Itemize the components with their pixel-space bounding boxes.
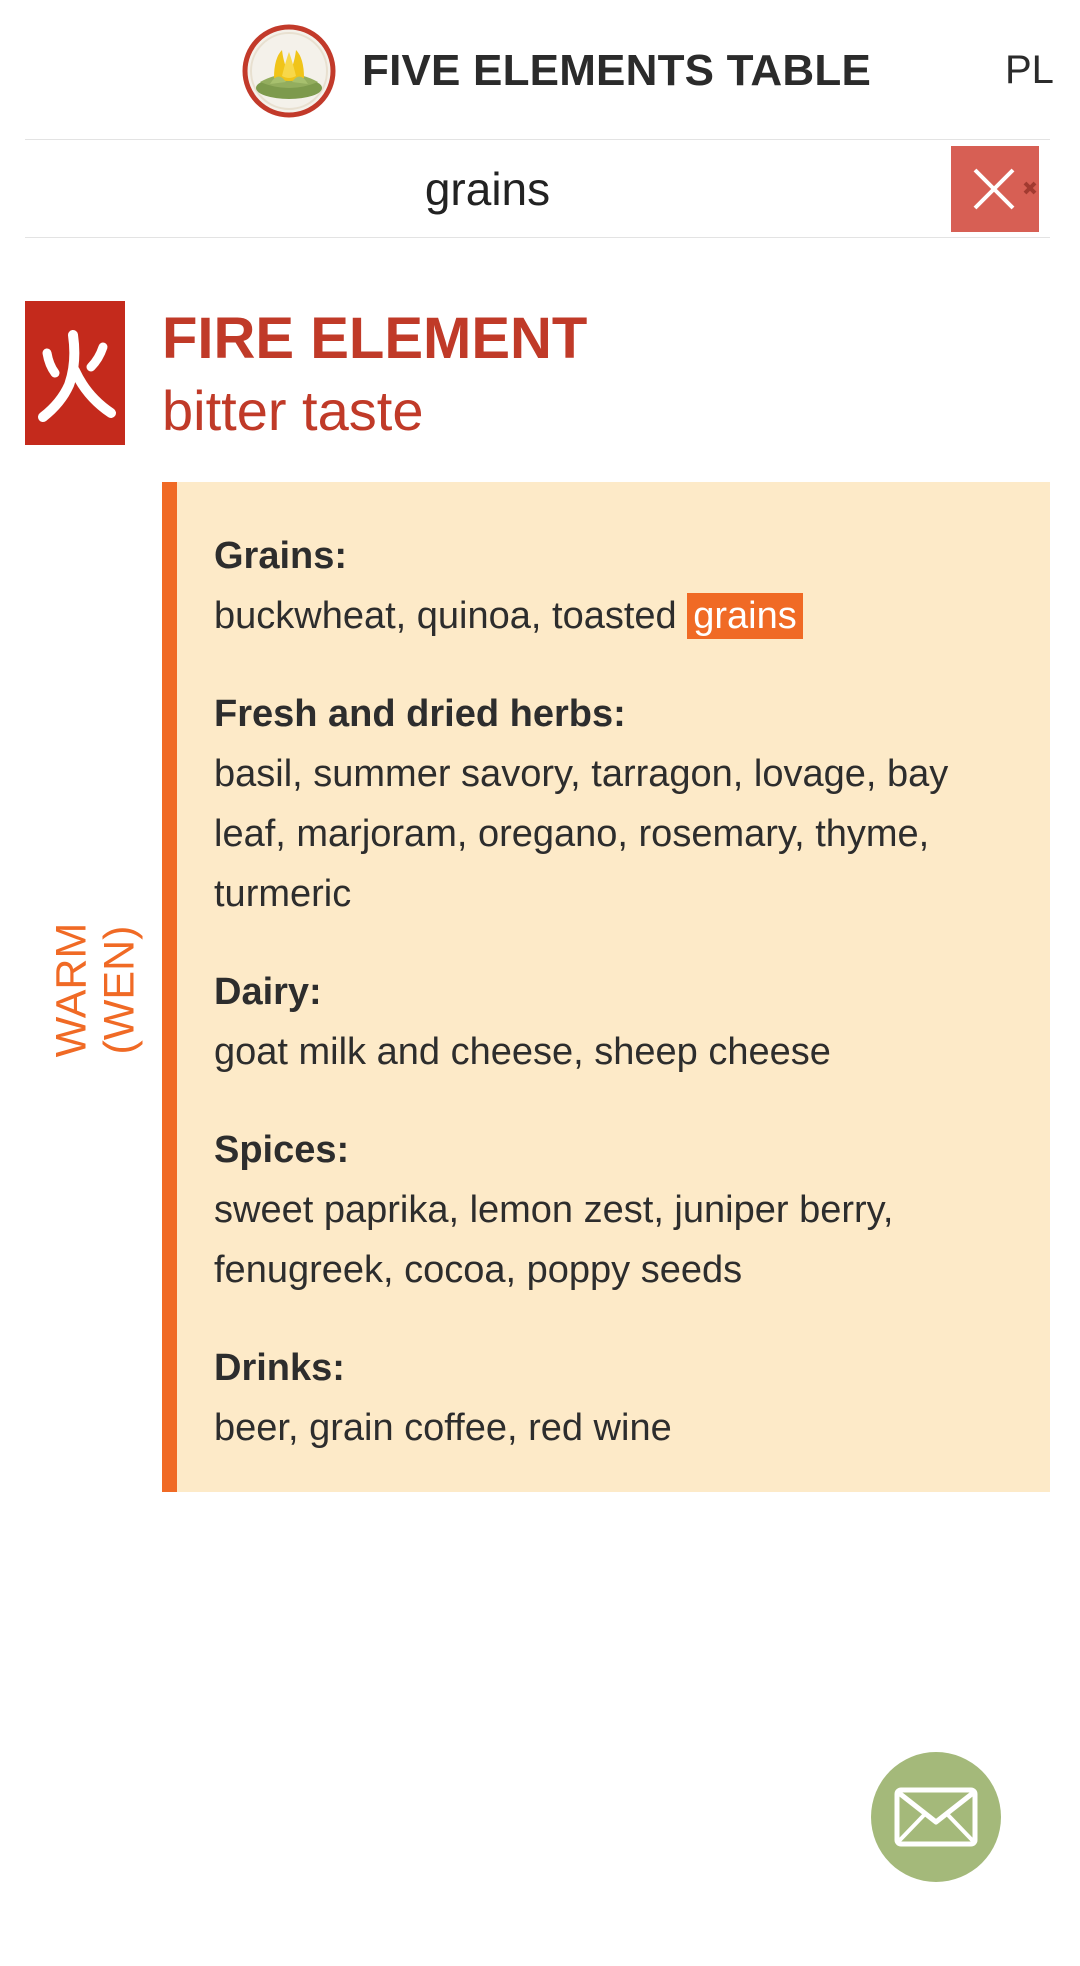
temperature-label-line1: WARM xyxy=(47,922,96,1058)
language-switch[interactable]: PL xyxy=(1005,48,1054,93)
section-grains: Grains: buckwheat, quinoa, toasted grain… xyxy=(214,526,1030,646)
lotus-logo-icon xyxy=(240,22,338,120)
section-title: Spices: xyxy=(214,1129,350,1171)
section-title: Grains: xyxy=(214,535,348,577)
app-title: FIVE ELEMENTS TABLE xyxy=(362,46,872,95)
app-header: FIVE ELEMENTS TABLE PL xyxy=(0,0,1080,140)
element-taste: bitter taste xyxy=(162,379,424,442)
element-title: FIRE ELEMENT xyxy=(162,306,588,371)
section-title: Dairy: xyxy=(214,971,322,1013)
mail-icon xyxy=(894,1787,978,1847)
search-divider xyxy=(25,237,1050,238)
section-spices: Spices: sweet paprika, lemon zest, junip… xyxy=(214,1120,1030,1300)
close-icon xyxy=(973,168,1037,210)
section-title: Fresh and dried herbs: xyxy=(214,693,626,735)
fire-character-icon xyxy=(25,301,125,445)
section-text: buckwheat, quinoa, toasted xyxy=(214,595,688,637)
section-body: basil, summer savory, tarragon, lovage, … xyxy=(214,753,949,915)
search-input[interactable] xyxy=(25,142,950,236)
section-body: sweet paprika, lemon zest, juniper berry… xyxy=(214,1189,894,1291)
temperature-label: WARM (WEN) xyxy=(40,920,150,1060)
search-highlight: grains xyxy=(687,593,803,639)
section-title: Drinks: xyxy=(214,1347,345,1389)
food-list-card: Grains: buckwheat, quinoa, toasted grain… xyxy=(162,482,1050,1492)
clear-search-button[interactable] xyxy=(951,146,1039,232)
section-body: goat milk and cheese, sheep cheese xyxy=(214,1031,831,1073)
header-divider xyxy=(25,139,1050,140)
section-drinks: Drinks: beer, grain coffee, red wine xyxy=(214,1338,1030,1458)
section-body: beer, grain coffee, red wine xyxy=(214,1407,672,1449)
section-herbs: Fresh and dried herbs: basil, summer sav… xyxy=(214,684,1030,924)
section-body: buckwheat, quinoa, toasted grains xyxy=(214,586,1030,646)
temperature-label-line2: (WEN) xyxy=(95,925,144,1055)
contact-mail-button[interactable] xyxy=(871,1752,1001,1882)
section-dairy: Dairy: goat milk and cheese, sheep chees… xyxy=(214,962,1030,1082)
